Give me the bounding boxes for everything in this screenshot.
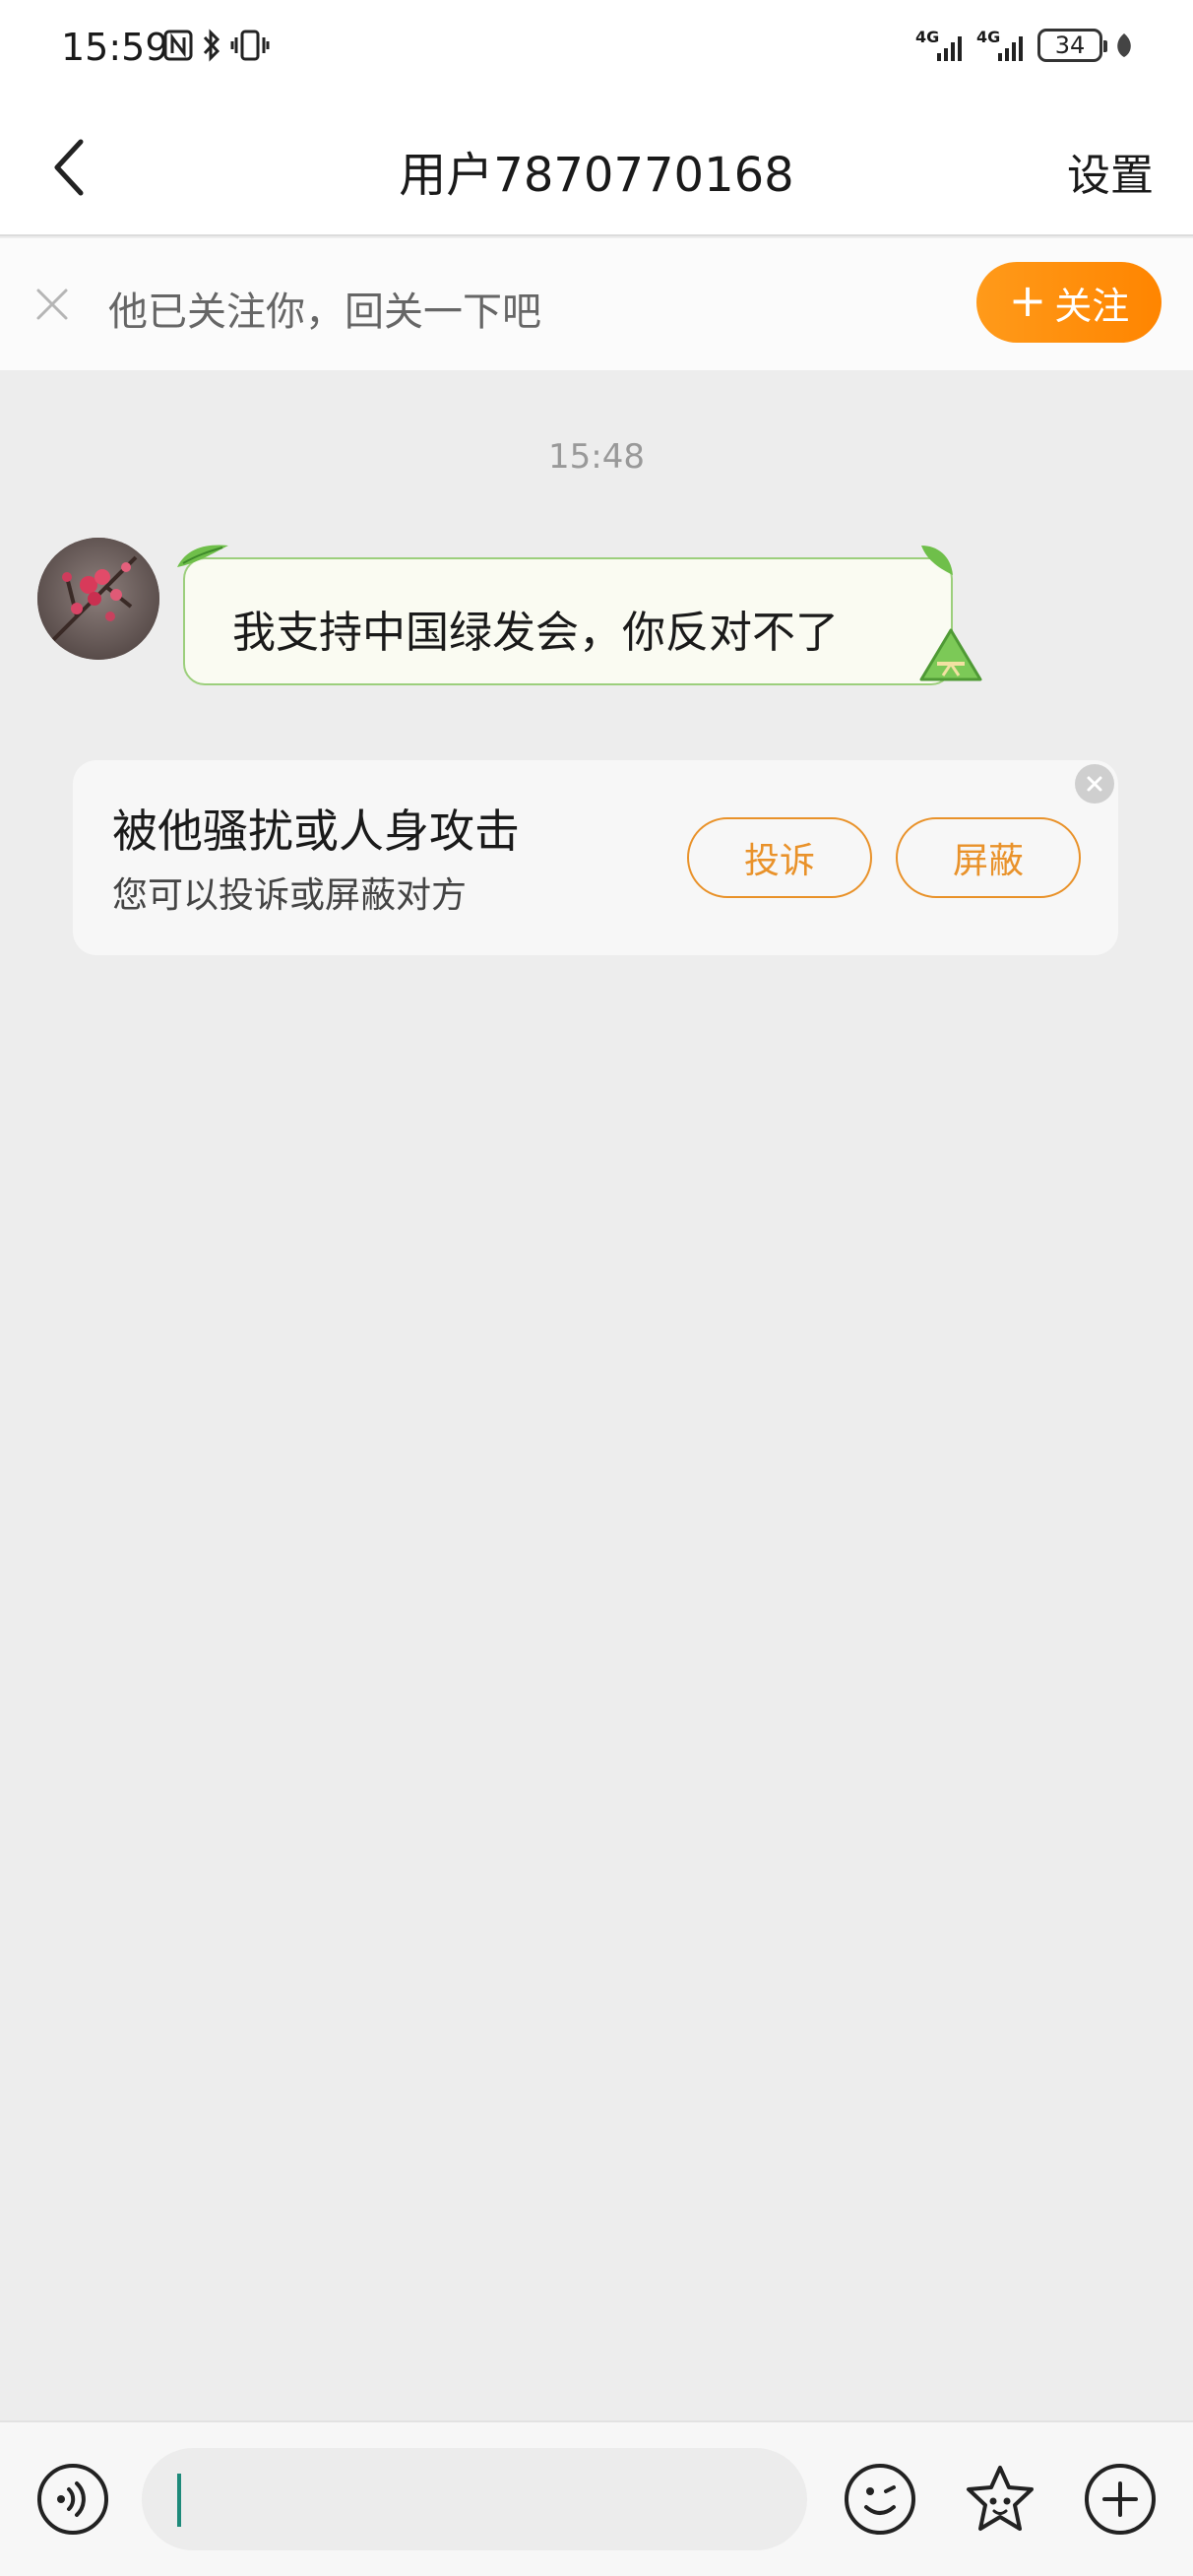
close-icon <box>36 289 68 320</box>
close-icon <box>1087 776 1102 792</box>
vibrate-icon <box>230 30 270 61</box>
follow-button[interactable]: + 关注 <box>976 262 1162 343</box>
page-title: 用户7870770168 <box>399 148 794 203</box>
plus-circle-icon <box>1085 2464 1156 2535</box>
signal-bars-icon <box>998 36 1023 61</box>
voice-icon <box>37 2464 108 2535</box>
follow-back-text: 他已关注你，回关一下吧 <box>108 290 541 335</box>
signal-bars-icon <box>937 36 962 61</box>
report-button[interactable]: 投诉 <box>687 817 872 898</box>
message-bubble[interactable]: 我支持中国绿发会，你反对不了 <box>177 545 982 685</box>
harassment-card: 被他骚扰或人身攻击 您可以投诉或屏蔽对方 投诉 屏蔽 <box>73 760 1118 955</box>
signal-2: 4G <box>976 26 1026 65</box>
card-close-button[interactable] <box>1075 764 1114 804</box>
plus-button[interactable] <box>1083 2462 1158 2537</box>
message-text: 我支持中国绿发会，你反对不了 <box>232 608 839 658</box>
sticker-button[interactable] <box>963 2462 1037 2537</box>
text-caret <box>177 2474 181 2527</box>
status-left-icons <box>163 28 270 63</box>
status-bar: 15:59 4G 4G 34 <box>0 0 1193 98</box>
sticker-icon <box>967 2466 1034 2531</box>
settings-button[interactable]: 设置 <box>1067 140 1154 203</box>
chat-screen: 15:59 4G 4G 34 用户7870770168 设置 他已关注你，回关一… <box>0 0 1193 2576</box>
block-button[interactable]: 屏蔽 <box>896 817 1081 898</box>
emoji-icon <box>845 2464 915 2535</box>
chat-timestamp: 15:48 <box>548 437 645 477</box>
status-right: 4G 4G 34 <box>915 26 1134 65</box>
bluetooth-icon <box>203 29 220 62</box>
signal-1: 4G <box>915 26 965 65</box>
nfc-icon <box>163 30 193 61</box>
avatar-image <box>37 538 159 660</box>
input-bar <box>0 2420 1193 2576</box>
status-time: 15:59 <box>61 26 169 69</box>
leaf-icon <box>1117 33 1131 57</box>
follow-button-label: 关注 <box>1054 284 1130 328</box>
nav-bar: 用户7870770168 设置 <box>0 98 1193 236</box>
voice-button[interactable] <box>35 2462 110 2537</box>
message-input[interactable] <box>142 2448 807 2550</box>
zongzi-icon <box>919 628 982 681</box>
plus-icon: + <box>1008 274 1047 327</box>
avatar[interactable] <box>37 538 159 660</box>
harassment-title: 被他骚扰或人身攻击 <box>112 805 520 858</box>
harassment-subtitle: 您可以投诉或屏蔽对方 <box>112 875 468 916</box>
battery-indicator: 34 <box>1037 29 1107 62</box>
bamboo-leaf-icon <box>921 546 953 575</box>
bamboo-leaf-icon <box>177 545 228 567</box>
follow-back-banner: 他已关注你，回关一下吧 + 关注 <box>0 238 1193 370</box>
emoji-button[interactable] <box>843 2462 917 2537</box>
banner-close-button[interactable] <box>28 280 77 329</box>
